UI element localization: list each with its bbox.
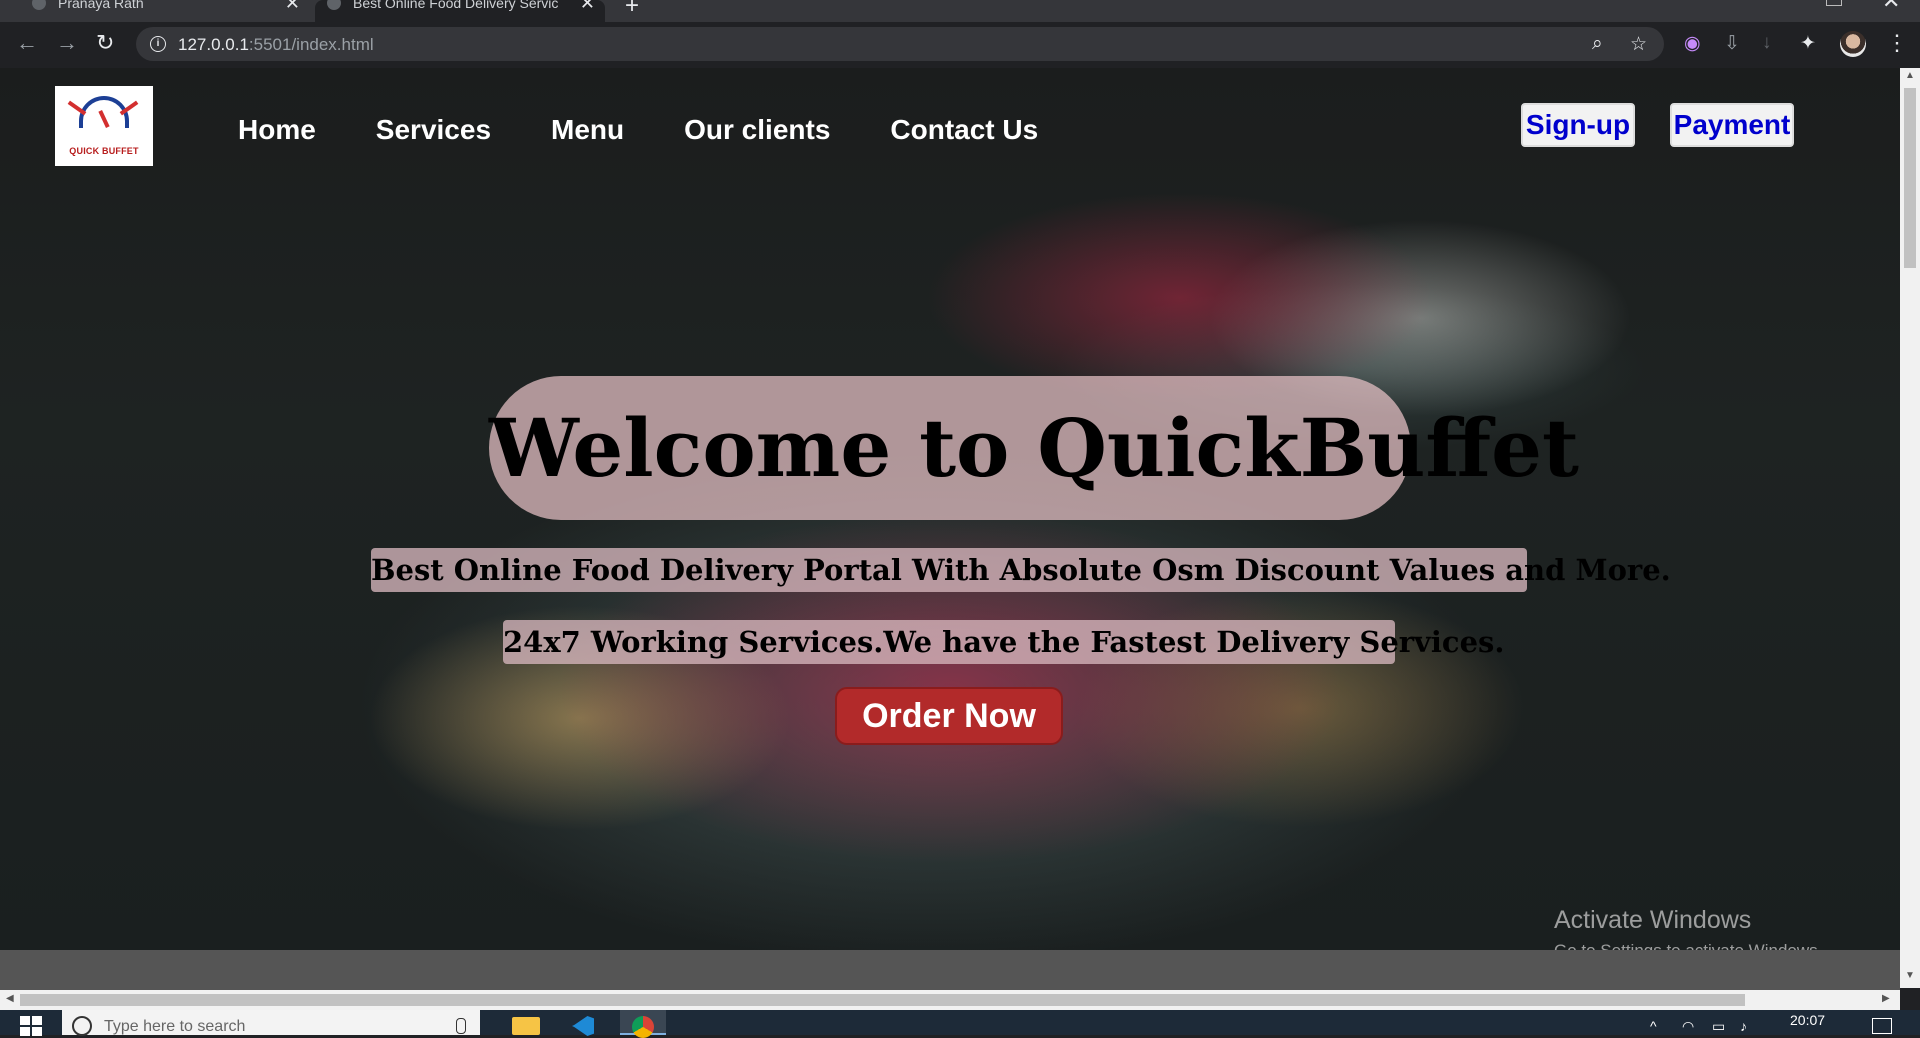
file-explorer-icon[interactable] <box>504 1010 550 1035</box>
tab-active[interactable]: Best Online Food Delivery Servic ✕ <box>315 0 605 22</box>
scroll-right-icon[interactable]: ▶ <box>1882 993 1890 1004</box>
extension-radio-icon[interactable]: ◉ <box>1684 32 1701 55</box>
tab-pranaya[interactable]: Pranaya Rath ✕ <box>20 0 310 22</box>
reload-icon[interactable]: ↻ <box>96 30 114 56</box>
close-tab-icon[interactable]: ✕ <box>580 0 595 12</box>
signup-button[interactable]: Sign-up <box>1521 103 1635 147</box>
battery-icon[interactable]: ▭ <box>1712 1018 1725 1035</box>
horizontal-scroll-thumb[interactable] <box>20 994 1745 1006</box>
wifi-icon[interactable]: ◠ <box>1682 1018 1694 1035</box>
site-info-icon[interactable]: i <box>150 36 166 52</box>
tab-strip: Pranaya Rath ✕ Best Online Food Delivery… <box>0 0 1920 22</box>
nav-home[interactable]: Home <box>238 114 316 146</box>
back-arrow-icon[interactable]: ← <box>16 30 38 56</box>
scroll-up-icon[interactable]: ▲ <box>1905 70 1915 81</box>
new-tab-button[interactable]: + <box>625 0 639 20</box>
scroll-left-icon[interactable]: ◀ <box>6 993 14 1004</box>
url-text[interactable]: 127.0.0.1:5501/index.html <box>178 35 374 55</box>
scroll-down-icon[interactable]: ▼ <box>1905 970 1915 981</box>
hero-section: QUICK BUFFET Home Services Menu Our clie… <box>0 68 1900 952</box>
activate-windows-watermark: Activate Windows Go to Settings to activ… <box>1554 906 1822 952</box>
extensions-puzzle-icon[interactable]: ✦ <box>1800 32 1816 55</box>
tab-favicon-icon <box>327 0 341 10</box>
page-bottom-strip <box>0 950 1900 990</box>
hero-title: Welcome to QuickBuffet <box>489 376 1579 520</box>
url-host: 127.0.0.1 <box>178 35 249 54</box>
download-icon[interactable]: ↓ <box>1762 32 1772 54</box>
forward-arrow-icon[interactable]: → <box>56 30 78 56</box>
order-now-button[interactable]: Order Now <box>835 687 1063 745</box>
bookmark-star-icon[interactable]: ☆ <box>1630 33 1647 56</box>
url-path: :5501/index.html <box>248 35 374 54</box>
profile-avatar[interactable] <box>1840 31 1866 57</box>
nav-contact-us[interactable]: Contact Us <box>890 114 1038 146</box>
nav-services[interactable]: Services <box>376 114 491 146</box>
nav-menu[interactable]: Menu <box>551 114 624 146</box>
windows-taskbar: Type here to search ^ ◠ ▭ ♪ 20:07 <box>0 1010 1920 1038</box>
horizontal-scrollbar[interactable]: ◀ ▶ <box>0 990 1900 1010</box>
microphone-icon[interactable] <box>456 1018 466 1034</box>
main-nav: Home Services Menu Our clients Contact U… <box>238 114 1098 146</box>
vertical-scrollbar[interactable]: ▲ ▼ <box>1900 68 1920 988</box>
watermark-title: Activate Windows <box>1554 906 1752 934</box>
zoom-icon[interactable]: ⌕ <box>1592 33 1603 55</box>
hero-tagline: 24x7 Working Services.We have the Fastes… <box>503 620 1504 664</box>
vertical-scroll-thumb[interactable] <box>1904 88 1916 268</box>
hero-subtitle: Best Online Food Delivery Portal With Ab… <box>371 548 1671 592</box>
logo-text: QUICK BUFFET <box>69 146 139 156</box>
taskbar-search[interactable]: Type here to search <box>62 1010 480 1036</box>
site-logo[interactable]: QUICK BUFFET <box>55 86 153 166</box>
tab-title: Pranaya Rath <box>58 0 144 11</box>
search-placeholder: Type here to search <box>104 1018 246 1035</box>
windows-start-icon[interactable] <box>20 1016 42 1036</box>
chrome-icon[interactable] <box>620 1010 666 1038</box>
search-icon <box>72 1016 92 1036</box>
browser-menu-icon[interactable]: ⋮ <box>1886 30 1908 56</box>
notification-icon[interactable] <box>1872 1018 1892 1034</box>
address-bar[interactable]: i 127.0.0.1:5501/index.html ⌕ ☆ <box>136 27 1664 61</box>
clock[interactable]: 20:07 <box>1790 1012 1825 1028</box>
tray-expand-icon[interactable]: ^ <box>1650 1018 1657 1034</box>
tab-favicon-icon <box>32 0 46 10</box>
payment-button[interactable]: Payment <box>1670 103 1794 147</box>
close-window-icon[interactable]: ✕ <box>1882 0 1900 14</box>
restore-window-icon[interactable] <box>1826 0 1842 6</box>
close-tab-icon[interactable]: ✕ <box>285 0 300 12</box>
extension-download-icon[interactable]: ⇩ <box>1724 32 1740 55</box>
vscode-icon[interactable] <box>562 1010 608 1035</box>
tab-title: Best Online Food Delivery Servic <box>353 0 559 11</box>
volume-icon[interactable]: ♪ <box>1740 1018 1747 1034</box>
nav-our-clients[interactable]: Our clients <box>684 114 830 146</box>
